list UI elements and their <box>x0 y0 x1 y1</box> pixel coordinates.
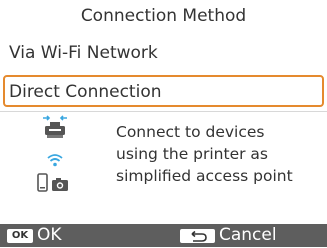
option-direct-connection[interactable]: Direct Connection <box>3 75 324 107</box>
back-arrow-icon <box>191 230 207 242</box>
wifi-icon <box>47 154 63 167</box>
divider <box>0 111 327 112</box>
description-line: simplified access point <box>116 167 293 185</box>
printer-icon <box>43 115 67 138</box>
footer-bar: OK OK Cancel <box>0 224 327 247</box>
back-key-badge[interactable] <box>180 229 215 243</box>
screen-title: Connection Method <box>80 6 247 26</box>
ok-label[interactable]: OK <box>37 225 62 246</box>
ok-key-badge[interactable]: OK <box>7 229 33 243</box>
phone-icon <box>37 173 48 192</box>
description: Connect to devices using the printer as … <box>116 121 321 187</box>
illustration <box>36 113 76 223</box>
camera-icon <box>52 178 68 191</box>
cancel-label[interactable]: Cancel <box>219 225 277 246</box>
printer-screen: Connection Method Via Wi-Fi Network Dire… <box>0 0 327 247</box>
option-via-wifi-network[interactable]: Via Wi-Fi Network <box>3 38 324 70</box>
description-line: using the printer as <box>116 145 268 163</box>
description-line: Connect to devices <box>116 123 265 141</box>
